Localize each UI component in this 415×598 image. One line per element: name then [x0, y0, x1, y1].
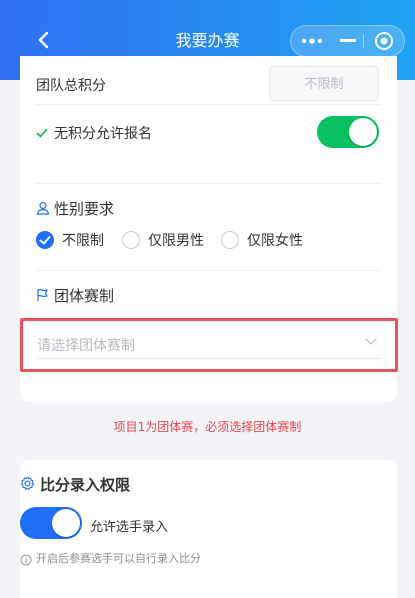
- more-button[interactable]: [291, 26, 333, 56]
- chevron-down-icon: [365, 331, 377, 350]
- team-score-input[interactable]: 不限制: [269, 66, 379, 101]
- no-score-row: 无积分允许报名: [20, 116, 397, 150]
- no-score-label: 无积分允许报名: [54, 126, 152, 142]
- minimize-icon: [340, 39, 356, 42]
- score-entry-toggle-row: 允许选手录入: [20, 507, 397, 541]
- gender-option-label: 不限制: [62, 233, 104, 249]
- radio-unchecked-icon: [221, 231, 239, 249]
- close-button[interactable]: [364, 26, 404, 56]
- team-format-select[interactable]: 请选择团体赛制: [20, 318, 398, 372]
- gender-option-label: 仅限女性: [247, 233, 303, 249]
- gender-option-any[interactable]: 不限制: [36, 230, 104, 250]
- no-score-toggle[interactable]: [317, 116, 379, 148]
- settings-gear-icon: [20, 476, 35, 495]
- score-entry-title-row: 比分录入权限: [20, 474, 397, 494]
- gender-title: 性别要求: [54, 200, 115, 218]
- more-dots-icon: [301, 38, 323, 44]
- toggle-knob: [349, 118, 377, 146]
- gender-options: 不限制 仅限男性 仅限女性: [20, 230, 397, 252]
- team-score-label: 团队总积分: [36, 78, 106, 94]
- divider: [36, 183, 381, 184]
- radio-unchecked-icon: [122, 231, 140, 249]
- score-entry-hint: 开启后参赛选手可以自行录入比分: [36, 552, 201, 565]
- score-entry-title: 比分录入权限: [40, 476, 131, 494]
- divider: [36, 270, 381, 271]
- person-icon: [36, 200, 50, 219]
- info-icon: [20, 551, 32, 570]
- divider: [36, 104, 381, 105]
- select-underline: [37, 358, 381, 359]
- validation-error: 项目1为团体赛，必须选择团体赛制: [113, 420, 302, 434]
- score-entry-hint-row: 开启后参赛选手可以自行录入比分: [20, 550, 397, 566]
- team-format-title: 团体赛制: [54, 287, 115, 305]
- mini-program-capsule: [290, 25, 405, 57]
- gender-option-male[interactable]: 仅限男性: [122, 230, 204, 250]
- minimize-button[interactable]: [333, 26, 363, 56]
- check-icon: [36, 124, 48, 143]
- close-target-icon: [375, 32, 393, 50]
- team-format-title-row: 团体赛制: [20, 285, 397, 305]
- team-format-placeholder: 请选择团体赛制: [37, 338, 135, 354]
- radio-checked-icon: [36, 231, 54, 249]
- toggle-knob: [52, 509, 80, 537]
- gender-option-label: 仅限男性: [148, 233, 204, 249]
- score-entry-card: 比分录入权限 允许选手录入 开启后参赛选手可以自行录入比分: [20, 460, 397, 598]
- team-score-row: 团队总积分 不限制: [20, 66, 397, 102]
- score-entry-toggle[interactable]: [20, 507, 82, 539]
- flag-icon: [36, 287, 49, 306]
- gender-title-row: 性别要求: [20, 198, 397, 218]
- gender-option-female[interactable]: 仅限女性: [221, 230, 303, 250]
- score-entry-toggle-label: 允许选手录入: [90, 520, 169, 535]
